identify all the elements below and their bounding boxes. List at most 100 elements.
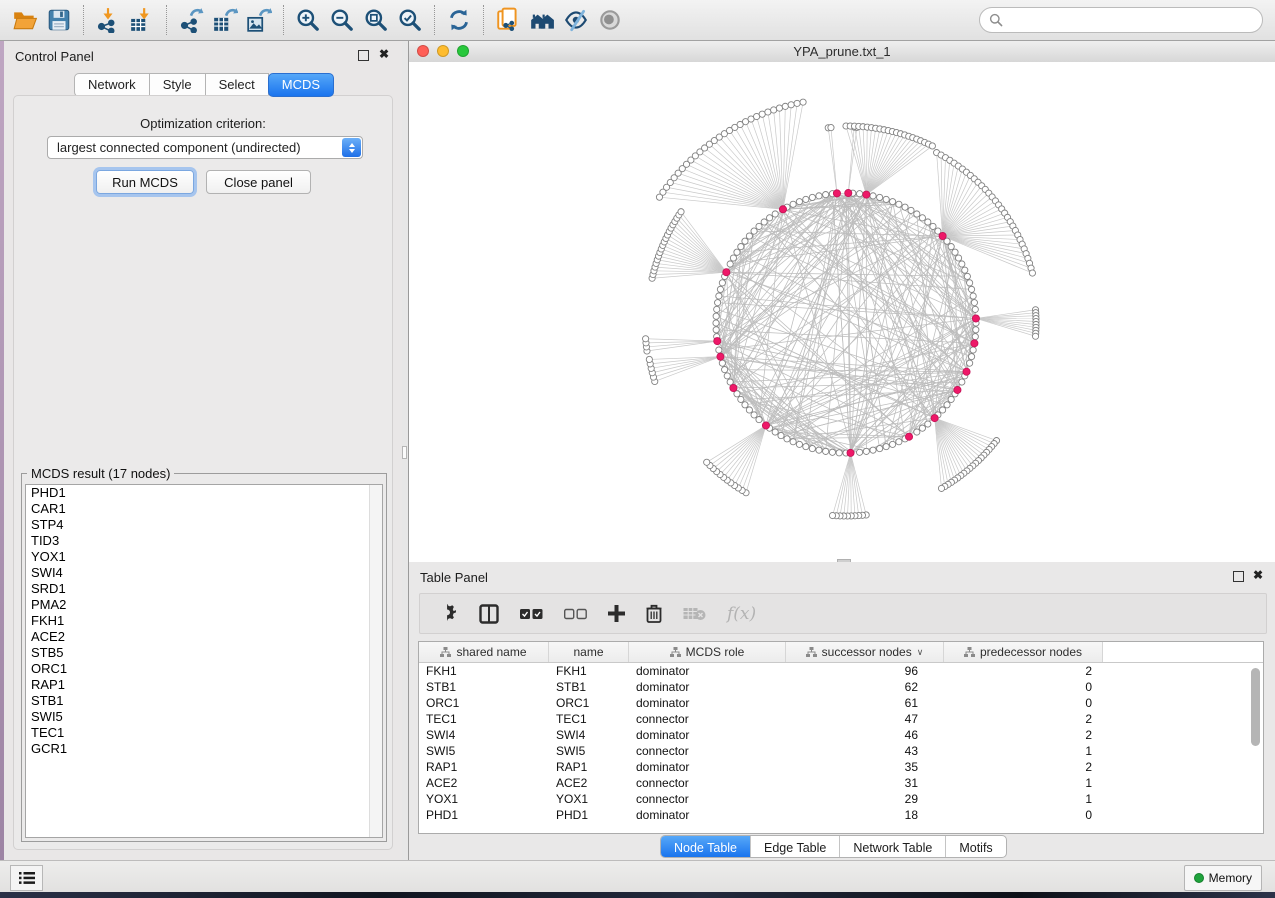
mcds-result-item[interactable]: FKH1 <box>26 613 382 629</box>
table-row[interactable]: SWI4SWI4dominator462 <box>419 727 1263 743</box>
table-scrollbar-thumb[interactable] <box>1251 668 1260 746</box>
result-list-scrollbar[interactable] <box>369 485 382 837</box>
mcds-result-item[interactable]: CAR1 <box>26 501 382 517</box>
cell: 2 <box>944 759 1103 775</box>
export-network-icon[interactable] <box>174 3 208 37</box>
mcds-result-item[interactable]: ORC1 <box>26 661 382 677</box>
cell: dominator <box>629 695 786 711</box>
table-row[interactable]: ACE2ACE2connector311 <box>419 775 1263 791</box>
network-view-titlebar[interactable]: YPA_prune.txt_1 <box>409 41 1275 63</box>
close-panel-label: Close panel <box>224 175 293 190</box>
memory-button[interactable]: Memory <box>1184 865 1262 891</box>
tab-motifs[interactable]: Motifs <box>945 836 1005 857</box>
control-tab-select[interactable]: Select <box>205 73 269 97</box>
mcds-result-item[interactable]: SWI5 <box>26 709 382 725</box>
tab-network-table[interactable]: Network Table <box>839 836 945 857</box>
column-header-shared-name[interactable]: shared name <box>419 642 549 662</box>
mcds-result-item[interactable]: SWI4 <box>26 565 382 581</box>
close-panel-button[interactable]: Close panel <box>206 170 311 194</box>
control-tab-style[interactable]: Style <box>149 73 206 97</box>
hide-selected-icon[interactable] <box>559 3 593 37</box>
mcds-result-item[interactable]: PMA2 <box>26 597 382 613</box>
deselect-all-icon[interactable] <box>564 602 587 626</box>
cell: connector <box>629 791 786 807</box>
close-panel-icon[interactable]: ✖ <box>1253 568 1263 582</box>
first-neighbors-icon[interactable] <box>525 3 559 37</box>
table-row[interactable]: RAP1RAP1dominator352 <box>419 759 1263 775</box>
network-canvas[interactable] <box>409 62 1275 562</box>
table-scrollbar[interactable] <box>1251 666 1260 831</box>
mcds-result-item[interactable]: GCR1 <box>26 741 382 757</box>
run-mcds-button[interactable]: Run MCDS <box>96 170 194 194</box>
import-table-icon[interactable] <box>125 3 159 37</box>
function-builder-icon[interactable]: f(x) <box>727 602 756 626</box>
table-row[interactable]: SWI5SWI5connector431 <box>419 743 1263 759</box>
cell: PHD1 <box>549 807 629 823</box>
main-toolbar <box>0 0 1275 41</box>
table-settings-icon[interactable] <box>439 602 458 626</box>
cell: 1 <box>944 775 1103 791</box>
mcds-result-item[interactable]: STP4 <box>26 517 382 533</box>
table-row[interactable]: STB1STB1dominator620 <box>419 679 1263 695</box>
cell: 2 <box>944 727 1103 743</box>
mcds-result-item[interactable]: ACE2 <box>26 629 382 645</box>
table-row[interactable]: ORC1ORC1dominator610 <box>419 695 1263 711</box>
export-image-icon[interactable] <box>242 3 276 37</box>
delete-table-icon[interactable] <box>683 602 706 626</box>
table-panel-titlebar: Table Panel ✖ <box>409 562 1275 592</box>
toolbar-separator <box>434 5 435 35</box>
zoom-in-icon[interactable] <box>291 3 325 37</box>
delete-column-icon[interactable] <box>646 602 662 626</box>
splitter-handle[interactable] <box>402 446 407 459</box>
toolbar-separator <box>83 5 84 35</box>
mcds-result-item[interactable]: YOX1 <box>26 549 382 565</box>
control-tab-mcds[interactable]: MCDS <box>268 73 334 97</box>
mcds-result-item[interactable]: SRD1 <box>26 581 382 597</box>
float-panel-icon[interactable] <box>358 50 369 61</box>
column-header-name[interactable]: name <box>549 642 629 662</box>
search-input[interactable] <box>1008 12 1262 29</box>
table-row[interactable]: YOX1YOX1connector291 <box>419 791 1263 807</box>
table-row[interactable]: TEC1TEC1connector472 <box>419 711 1263 727</box>
mcds-result-item[interactable]: TEC1 <box>26 725 382 741</box>
column-header-predecessor-nodes[interactable]: predecessor nodes <box>944 642 1103 662</box>
import-network-icon[interactable] <box>91 3 125 37</box>
float-panel-icon[interactable] <box>1233 571 1244 582</box>
tab-node-table[interactable]: Node Table <box>661 836 750 857</box>
cell: PHD1 <box>419 807 549 823</box>
mcds-result-item[interactable]: STB5 <box>26 645 382 661</box>
control-tab-network[interactable]: Network <box>74 73 150 97</box>
column-header-successor-nodes[interactable]: successor nodes∨ <box>786 642 944 662</box>
memory-label: Memory <box>1209 871 1252 885</box>
mcds-result-item[interactable]: TID3 <box>26 533 382 549</box>
add-column-icon[interactable] <box>608 602 625 626</box>
show-columns-icon[interactable] <box>479 602 499 626</box>
mcds-result-item[interactable]: STB1 <box>26 693 382 709</box>
criterion-select[interactable]: largest connected component (undirected) <box>47 136 363 159</box>
tab-edge-table[interactable]: Edge Table <box>750 836 839 857</box>
cell: connector <box>629 775 786 791</box>
mcds-result-item[interactable]: PHD1 <box>26 485 382 501</box>
mcds-result-item[interactable]: RAP1 <box>26 677 382 693</box>
cell: 0 <box>944 695 1103 711</box>
show-all-icon[interactable] <box>593 3 627 37</box>
table-row[interactable]: PHD1PHD1dominator180 <box>419 807 1263 823</box>
memory-status-icon <box>1194 873 1204 883</box>
cell: 29 <box>786 791 944 807</box>
export-table-icon[interactable] <box>208 3 242 37</box>
refresh-icon[interactable] <box>442 3 476 37</box>
zoom-selected-icon[interactable] <box>393 3 427 37</box>
cell: FKH1 <box>549 663 629 679</box>
search-field[interactable] <box>979 7 1263 33</box>
task-history-button[interactable] <box>10 865 43 891</box>
close-panel-icon[interactable]: ✖ <box>379 47 389 61</box>
cell: ACE2 <box>419 775 549 791</box>
zoom-out-icon[interactable] <box>325 3 359 37</box>
table-row[interactable]: FKH1FKH1dominator962 <box>419 663 1263 679</box>
zoom-fit-icon[interactable] <box>359 3 393 37</box>
column-header-MCDS-role[interactable]: MCDS role <box>629 642 786 662</box>
save-session-icon[interactable] <box>42 3 76 37</box>
select-all-icon[interactable] <box>520 602 543 626</box>
open-session-icon[interactable] <box>8 3 42 37</box>
network-from-selection-icon[interactable] <box>491 3 525 37</box>
